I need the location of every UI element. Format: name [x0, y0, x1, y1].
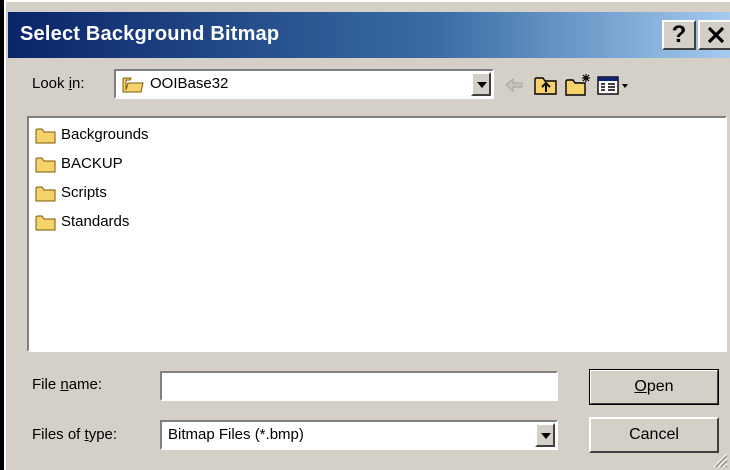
up-folder-icon[interactable]: [532, 72, 560, 98]
close-button[interactable]: [698, 20, 730, 50]
look-in-value: OOIBase32: [150, 75, 229, 92]
help-button[interactable]: ?: [662, 20, 696, 50]
folder-name: BACKUP: [61, 155, 123, 172]
folder-icon: [35, 128, 56, 144]
file-list[interactable]: Backgrounds BACKUP Scripts Standards: [27, 116, 727, 352]
folder-icon: [35, 157, 56, 173]
file-name-label: File name:: [32, 376, 103, 393]
open-button[interactable]: Open: [589, 369, 719, 405]
folder-icon: [35, 215, 56, 231]
files-of-type-label: Files of type:: [32, 426, 118, 443]
title-bar[interactable]: Select Background Bitmap ?: [8, 12, 730, 58]
files-of-type-dropdown-button[interactable]: [535, 423, 555, 447]
look-in-combo[interactable]: OOIBase32: [114, 69, 494, 99]
cancel-button[interactable]: Cancel: [589, 417, 719, 453]
look-in-label: Look in:: [32, 75, 85, 92]
resize-grip-icon[interactable]: [710, 450, 728, 468]
close-icon: [707, 26, 725, 44]
folder-name: Standards: [61, 213, 130, 230]
back-arrow-icon[interactable]: [500, 72, 528, 98]
file-name-input[interactable]: [160, 371, 558, 401]
folder-icon: [35, 186, 56, 202]
open-folder-icon: [122, 77, 144, 93]
dialog-window: Select Background Bitmap ? Look in: OOIB…: [4, 0, 730, 470]
folder-name: Backgrounds: [61, 126, 149, 143]
look-in-dropdown-button[interactable]: [471, 72, 491, 96]
folder-name: Scripts: [61, 184, 107, 201]
files-of-type-select[interactable]: Bitmap Files (*.bmp): [160, 420, 558, 450]
new-folder-icon[interactable]: [564, 72, 592, 98]
dialog-title: Select Background Bitmap: [20, 23, 280, 45]
view-menu-icon[interactable]: [596, 72, 632, 98]
files-of-type-value: Bitmap Files (*.bmp): [168, 426, 304, 443]
